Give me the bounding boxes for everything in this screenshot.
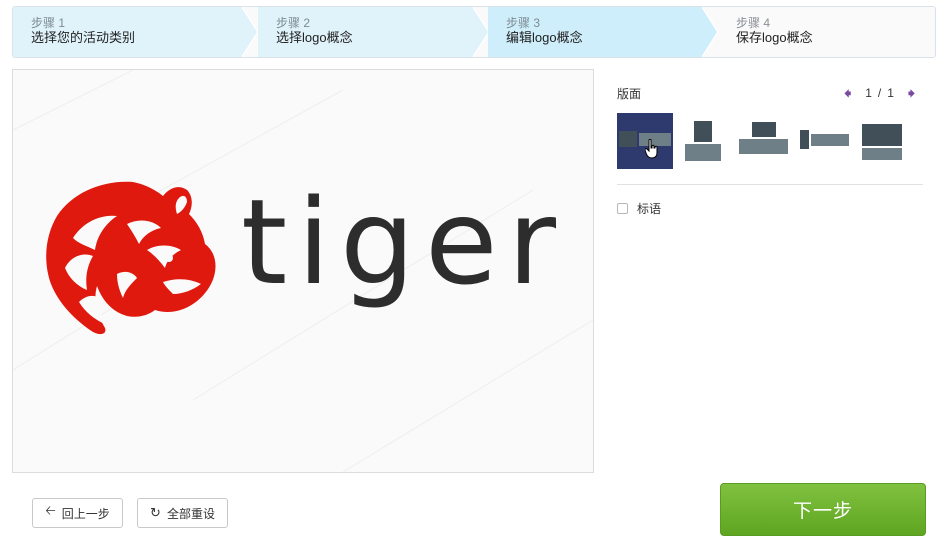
step-arrow-icon <box>242 7 258 57</box>
step-1-number: 步骤 1 <box>31 16 66 30</box>
slogan-checkbox[interactable] <box>617 203 628 214</box>
step-progress-bar: 步骤 1 选择您的活动类别 步骤 2 选择logo概念 步骤 3 编辑logo概… <box>12 6 936 58</box>
back-button[interactable]: 🡠 回上一步 <box>32 498 123 528</box>
logo-wordmark[interactable]: tiger <box>241 172 566 312</box>
divider <box>617 184 923 185</box>
layout-options <box>617 113 923 169</box>
step-3-active[interactable]: 步骤 3 编辑logo概念 <box>488 7 718 57</box>
slogan-label: 标语 <box>637 202 662 216</box>
layout-option-icon-top-wide-text-bottom[interactable] <box>739 113 795 169</box>
arrow-right-icon[interactable]: 🠺 <box>908 86 915 100</box>
reset-button-label: 全部重设 <box>166 506 215 521</box>
layout-pager: 🠸 1 / 1 🠺 <box>844 86 915 100</box>
layout-option-icon-left-small-text-right[interactable] <box>800 113 856 169</box>
layout-option-stacked-wide[interactable] <box>861 113 917 169</box>
step-4-label: 保存logo概念 <box>736 30 813 45</box>
refresh-icon: ↻ <box>150 505 161 520</box>
next-step-label: 下一步 <box>792 501 853 522</box>
step-2-number: 步骤 2 <box>276 16 311 30</box>
step-arrow-icon <box>473 7 489 57</box>
arrow-left-icon[interactable]: 🠸 <box>844 86 851 100</box>
pager-separator: / <box>877 86 882 100</box>
step-4[interactable]: 步骤 4 保存logo概念 <box>718 7 935 57</box>
next-step-button[interactable]: 下一步 <box>720 483 926 536</box>
hand-cursor-icon <box>645 139 658 159</box>
slogan-option[interactable]: 标语 <box>617 200 661 217</box>
arrow-left-icon: 🡠 <box>45 503 56 518</box>
tiger-head-icon <box>46 181 216 335</box>
step-4-number: 步骤 4 <box>736 16 771 30</box>
step-3-label: 编辑logo概念 <box>506 30 583 45</box>
logo-preview-canvas[interactable]: tiger <box>12 69 594 473</box>
reset-all-button[interactable]: ↻ 全部重设 <box>137 498 228 528</box>
pager-total: 1 <box>887 86 894 100</box>
layout-option-icon-left-text-right[interactable] <box>617 113 673 169</box>
layout-option-icon-top-text-bottom[interactable] <box>679 113 735 169</box>
step-3-number: 步骤 3 <box>506 16 541 30</box>
back-button-label: 回上一步 <box>61 506 110 521</box>
pager-current: 1 <box>865 86 872 100</box>
step-arrow-icon <box>702 7 718 57</box>
step-1[interactable]: 步骤 1 选择您的活动类别 <box>13 7 258 57</box>
step-2-label: 选择logo概念 <box>276 30 353 45</box>
layout-title: 版面 <box>617 87 642 101</box>
step-1-label: 选择您的活动类别 <box>31 30 136 45</box>
step-2[interactable]: 步骤 2 选择logo概念 <box>258 7 489 57</box>
